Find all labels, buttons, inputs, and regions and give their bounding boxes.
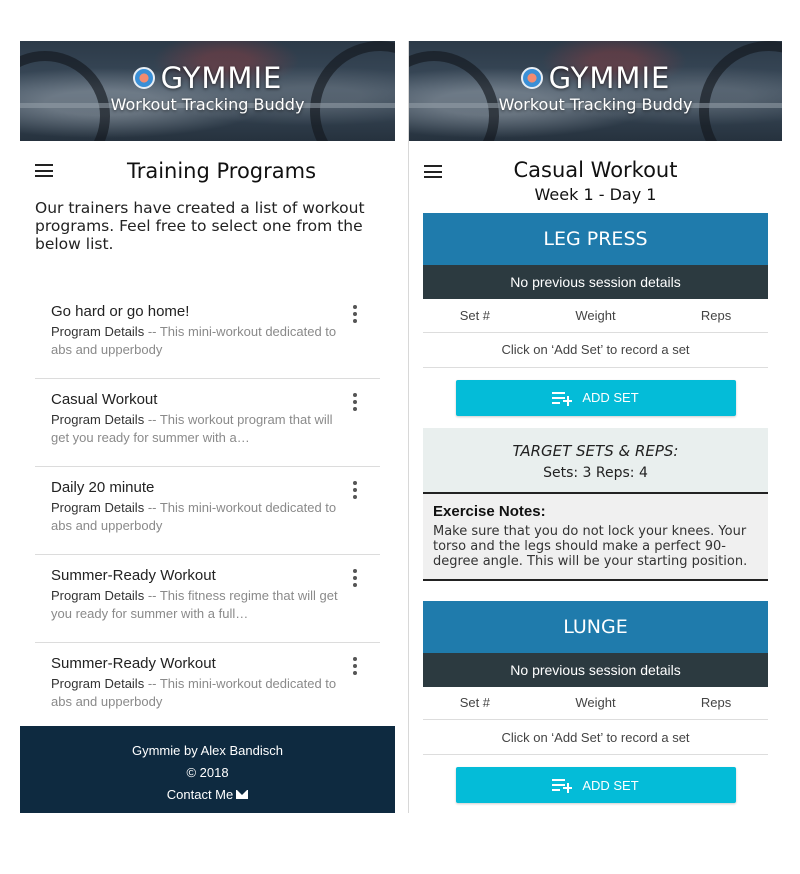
week-day-label: Week 1 - Day 1	[534, 185, 657, 204]
add-set-button[interactable]: ADD SET	[455, 379, 736, 416]
hero-banner: GYMMIE Workout Tracking Buddy	[20, 41, 395, 141]
column-header-set: Set #	[423, 686, 527, 720]
brand-tagline: Workout Tracking Buddy	[110, 95, 305, 114]
program-details: Program Details -- This mini-workout ded…	[51, 324, 337, 357]
list-item[interactable]: Daily 20 minute Program Details -- This …	[35, 467, 380, 555]
hero-banner: GYMMIE Workout Tracking Buddy	[409, 41, 782, 141]
more-vert-icon[interactable]	[352, 481, 358, 499]
add-set-label: ADD SET	[582, 777, 639, 793]
brand-name: GYMMIE	[160, 61, 283, 95]
footer-copyright: © 2018	[186, 765, 229, 780]
list-item[interactable]: Go hard or go home! Program Details -- T…	[35, 291, 380, 379]
target-sets-reps: TARGET SETS & REPS: Sets: 3 Reps: 4	[423, 427, 768, 492]
exercise-card-leg-press: LEG PRESS No previous session details Se…	[423, 213, 768, 581]
more-vert-icon[interactable]	[352, 657, 358, 675]
program-details: Program Details -- This mini-workout ded…	[51, 676, 337, 709]
gymmie-logo-icon	[520, 67, 543, 89]
program-name: Summer-Ready Workout	[51, 655, 216, 672]
program-details: Program Details -- This fitness regime t…	[51, 588, 338, 621]
page-header: Casual Workout Week 1 - Day 1	[409, 141, 782, 213]
brand-name: GYMMIE	[548, 61, 671, 95]
program-name: Summer-Ready Workout	[51, 567, 216, 584]
program-details: Program Details -- This workout program …	[51, 412, 333, 445]
target-label: TARGET SETS & REPS:	[512, 441, 679, 460]
target-value: Sets: 3 Reps: 4	[543, 464, 648, 481]
exercise-notes: Exercise Notes: Make sure that you do no…	[423, 491, 768, 581]
brand: GYMMIE	[409, 61, 782, 95]
workout-screen: GYMMIE Workout Tracking Buddy Casual Wor…	[408, 41, 782, 813]
exercise-card-lunge: LUNGE No previous session details Set # …	[423, 600, 768, 803]
program-name: Casual Workout	[51, 391, 158, 408]
page-title: Casual Workout	[513, 158, 678, 182]
program-details: Program Details -- This mini-workout ded…	[51, 500, 337, 533]
previous-session-bar: No previous session details	[423, 265, 768, 299]
page-title: Training Programs	[126, 159, 317, 183]
program-list: Go hard or go home! Program Details -- T…	[35, 291, 380, 731]
page-header: Training Programs	[20, 141, 395, 199]
more-vert-icon[interactable]	[352, 393, 358, 411]
exercise-title: LEG PRESS	[423, 213, 768, 265]
playlist-add-icon	[552, 778, 573, 793]
program-name: Daily 20 minute	[51, 479, 155, 496]
more-vert-icon[interactable]	[352, 569, 358, 587]
exercise-title: LUNGE	[423, 600, 768, 653]
gymmie-logo-icon	[132, 67, 155, 89]
notes-text: Make sure that you do not lock your knee…	[433, 523, 748, 569]
column-header-weight: Weight	[526, 686, 665, 720]
previous-session-bar: No previous session details	[423, 652, 768, 687]
footer-credit: Gymmie by Alex Bandisch	[131, 743, 283, 758]
mail-icon	[236, 790, 249, 799]
more-vert-icon[interactable]	[352, 305, 358, 323]
column-header-set: Set #	[423, 299, 527, 333]
notes-label: Exercise Notes:	[433, 502, 546, 520]
column-header-reps: Reps	[664, 686, 768, 720]
brand-tagline: Workout Tracking Buddy	[498, 95, 693, 114]
list-item[interactable]: Summer-Ready Workout Program Details -- …	[35, 555, 380, 643]
intro-text: Our trainers have created a list of work…	[35, 199, 365, 253]
program-name: Go hard or go home!	[51, 303, 190, 320]
list-item[interactable]: Casual Workout Program Details -- This w…	[35, 379, 380, 467]
add-set-button[interactable]: ADD SET	[455, 767, 736, 803]
sets-table: Set # Weight Reps Click on ‘Add Set’ to …	[423, 299, 768, 368]
add-set-label: ADD SET	[582, 390, 639, 405]
empty-sets-hint: Click on ‘Add Set’ to record a set	[423, 719, 768, 755]
column-header-weight: Weight	[526, 299, 665, 333]
sets-table: Set # Weight Reps Click on ‘Add Set’ to …	[423, 686, 768, 755]
footer: Gymmie by Alex Bandisch © 2018 Contact M…	[20, 726, 395, 813]
column-header-reps: Reps	[664, 299, 768, 333]
list-item[interactable]: Summer-Ready Workout Program Details -- …	[35, 643, 380, 731]
training-programs-screen: GYMMIE Workout Tracking Buddy Training P…	[20, 41, 395, 813]
contact-link[interactable]: Contact Me	[167, 787, 249, 802]
empty-sets-hint: Click on ‘Add Set’ to record a set	[423, 332, 768, 368]
brand: GYMMIE	[20, 61, 395, 95]
playlist-add-icon	[552, 391, 573, 406]
